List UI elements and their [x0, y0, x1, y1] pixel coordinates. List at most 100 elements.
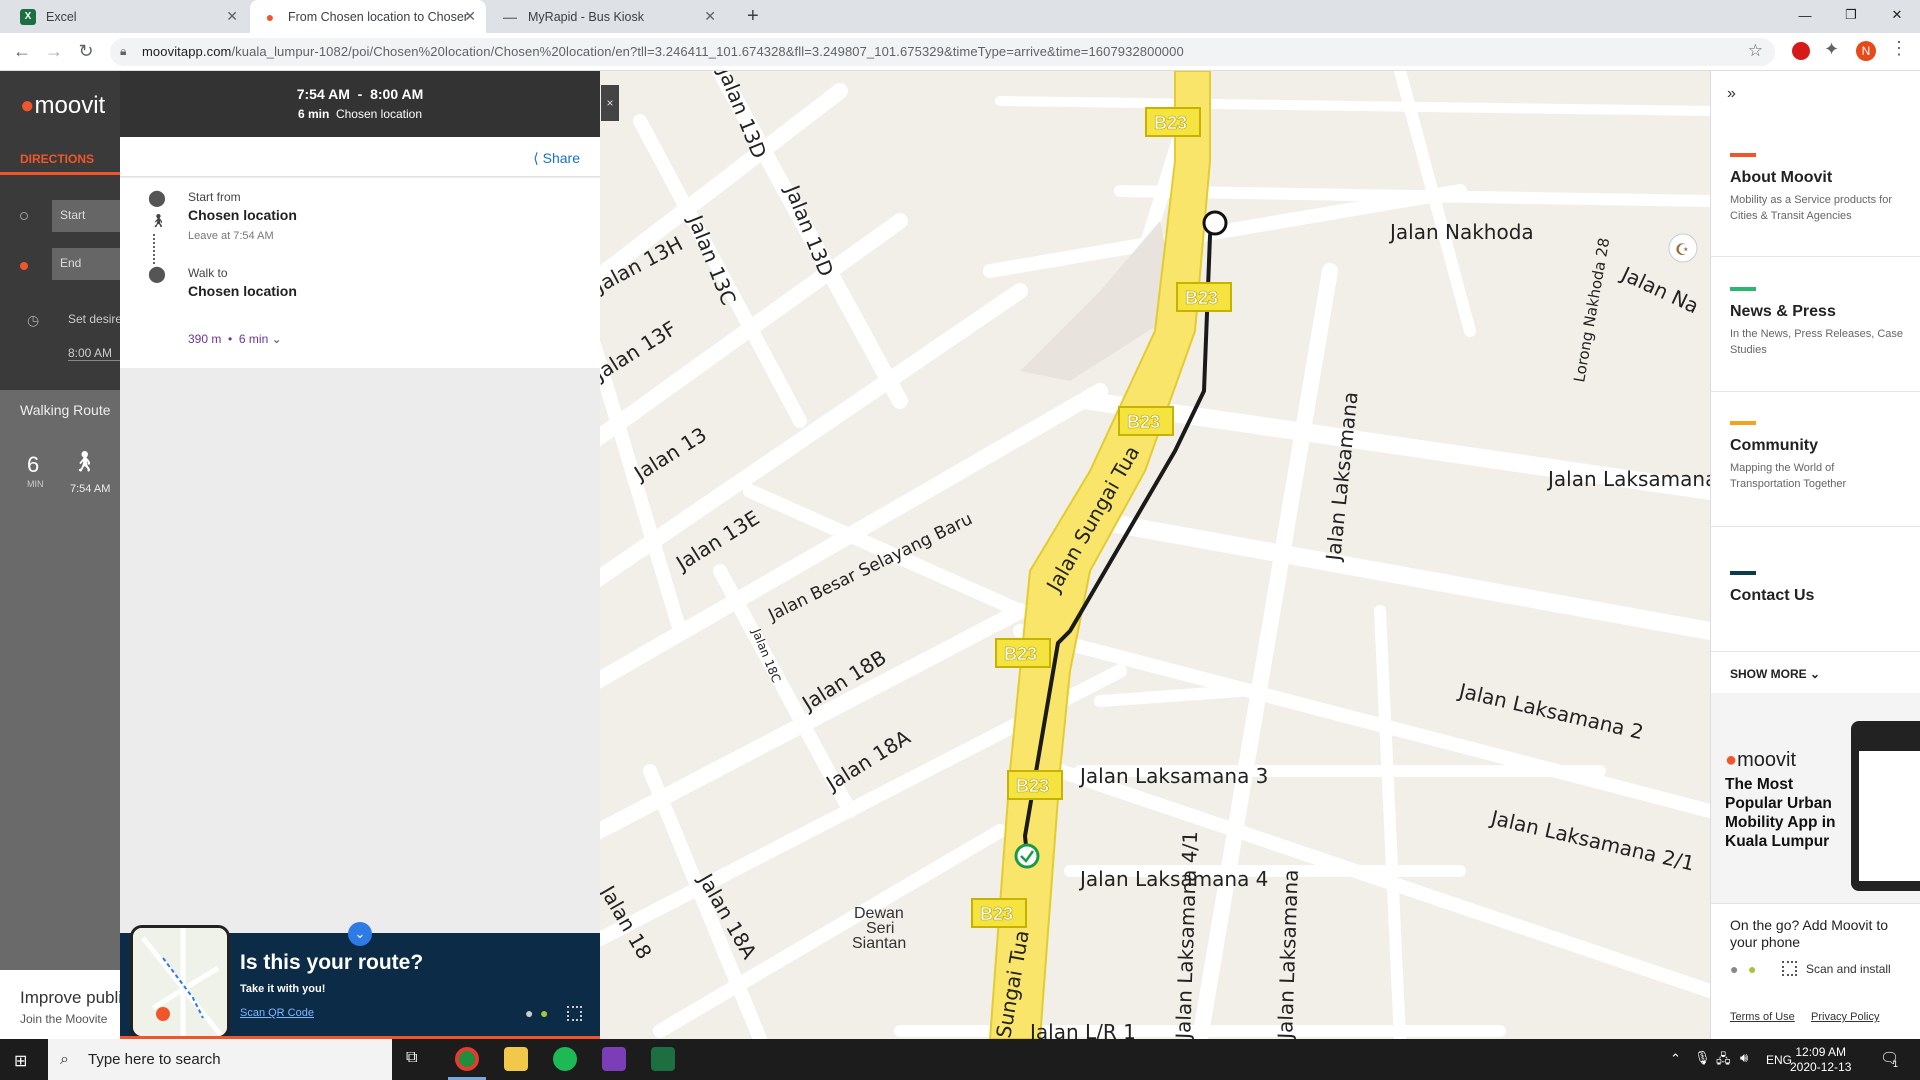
time-select[interactable]: 8:00 AM [68, 346, 120, 361]
privacy-link[interactable]: Privacy Policy [1811, 1011, 1879, 1023]
tab-moovit[interactable]: ● From Chosen location to Chosen ✕ [250, 0, 486, 33]
about-moovit-section[interactable]: About Moovit Mobility as a Service produc… [1730, 153, 1905, 224]
street-label: Lorong Nakhoda 28 [1570, 236, 1613, 383]
close-window-icon[interactable]: ✕ [1874, 0, 1920, 30]
url-field[interactable]: 🔒︎ moovitapp.com/kuala_lumpur-1082/poi/C… [110, 38, 1775, 66]
reload-icon[interactable]: ↻ [74, 41, 98, 62]
destination-check-icon[interactable] [1014, 843, 1040, 869]
file-explorer-icon[interactable] [504, 1047, 528, 1071]
walking-route-label: Walking Route [20, 402, 111, 418]
route-destination: Chosen location [335, 107, 423, 121]
duration-minutes: 6 [27, 452, 40, 477]
android-icon[interactable]: ● [540, 1005, 548, 1021]
route-badge-b23[interactable]: B23 [1007, 770, 1063, 800]
language-indicator[interactable]: ENG [1766, 1053, 1792, 1067]
menu-icon[interactable]: ⋮ [1890, 38, 1908, 59]
volume-icon[interactable]: 🔊︎ [1740, 1050, 1748, 1066]
promo-title: Is this your route? [240, 951, 424, 974]
walk-details-toggle[interactable]: 390 m • 6 min ⌄ [188, 332, 282, 346]
terms-link[interactable]: Terms of Use [1730, 1011, 1795, 1023]
moovit-logo[interactable]: ●moovit [20, 92, 105, 120]
show-more-button[interactable]: SHOW MORE ⌄ [1730, 667, 1820, 681]
moovit-pin-icon: ● [20, 92, 35, 119]
excel-icon[interactable] [651, 1047, 675, 1071]
notification-count: 1 [1893, 1059, 1899, 1069]
apple-icon[interactable]: ● [525, 1005, 533, 1021]
qr-code-icon[interactable] [1782, 961, 1797, 976]
new-tab-button[interactable]: + [735, 0, 771, 33]
task-view-icon[interactable]: ⧉ [406, 1049, 417, 1067]
route-badge-b23[interactable]: B23 [1145, 107, 1201, 137]
get-app-text: On the go? Add Moovit to your phone [1730, 917, 1888, 950]
svg-text:B23: B23 [1004, 644, 1037, 664]
tray-chevron-icon[interactable]: ⌃ [1670, 1051, 1681, 1067]
contact-us-section[interactable]: Contact Us [1730, 571, 1814, 605]
start-marker-icon[interactable] [1202, 210, 1228, 236]
walking-route-card[interactable] [0, 390, 120, 970]
close-tab-icon[interactable]: ✕ [464, 8, 476, 25]
improve-banner[interactable]: Improve publi Join the Moovite [0, 970, 120, 1039]
forward-icon[interactable]: → [42, 41, 66, 62]
browser-tab-bar: X Excel ✕ ● From Chosen location to Chos… [0, 0, 1920, 33]
network-icon[interactable]: 🖧︎ [1716, 1050, 1731, 1072]
taskbar-clock[interactable]: 12:09 AM 2020-12-13 [1790, 1045, 1851, 1075]
street-label: Jalan Laksamana 3 [1078, 764, 1268, 788]
street-label: Jalan Laksamana 2 [1455, 678, 1646, 744]
route-badge-b23[interactable]: B23 [995, 638, 1051, 668]
close-tab-icon[interactable]: ✕ [704, 8, 716, 25]
tab-directions[interactable]: DIRECTIONS [20, 152, 94, 166]
step-label: Start from [188, 190, 241, 204]
taskbar-search[interactable]: ⌕ Type here to search [48, 1039, 392, 1080]
share-bar: ⟨ Share [120, 137, 600, 177]
apple-icon[interactable]: ● [1730, 961, 1738, 977]
community-section[interactable]: Community Mapping the World of Transporta… [1730, 421, 1905, 492]
route-badge-b23[interactable]: B23 [971, 898, 1027, 928]
street-label: Jalan Nakhoda [1388, 220, 1534, 244]
android-icon[interactable]: ● [1748, 961, 1756, 977]
qr-code-icon[interactable] [567, 1006, 582, 1021]
news-press-section[interactable]: News & Press In the News, Press Releases,… [1730, 287, 1905, 358]
clock-icon: ◷ [27, 312, 40, 328]
profile-avatar[interactable]: N [1856, 41, 1876, 61]
onenote-icon[interactable] [602, 1047, 626, 1071]
scan-install-link[interactable]: Scan and install [1806, 962, 1891, 976]
excel-icon: X [20, 8, 36, 25]
set-desired-time[interactable]: Set desire [68, 312, 120, 326]
street-label: Jalan Laksamana [1546, 467, 1710, 491]
route-badge-b23[interactable]: B23 [1176, 282, 1232, 312]
url-path: /kuala_lumpur-1082/poi/Chosen%20location… [231, 44, 1184, 59]
active-tab-underline [0, 172, 120, 175]
street-label: Jalan 18C [749, 626, 784, 685]
start-input[interactable]: Start [52, 200, 120, 232]
bookmark-star-icon[interactable]: ☆ [1748, 41, 1763, 61]
lock-icon: 🔒︎ [120, 44, 127, 58]
extensions-icon[interactable]: ✦ [1824, 39, 1839, 60]
minimize-icon[interactable]: — [1782, 0, 1828, 30]
phone-mockup [1851, 721, 1920, 891]
divider [1711, 391, 1920, 392]
windows-start-icon[interactable]: ⊞ [14, 1051, 32, 1070]
street-label: Jalan Na [1616, 261, 1702, 318]
section-title: Contact Us [1730, 587, 1815, 604]
restore-icon[interactable]: ❐ [1828, 0, 1874, 30]
collapse-chevron-button[interactable]: ⌄ [348, 922, 372, 946]
address-bar: ← → ↻ 🔒︎ moovitapp.com/kuala_lumpur-1082… [0, 33, 1920, 71]
section-desc: In the News, Press Releases, Case Studie… [1730, 328, 1904, 356]
opera-icon[interactable] [1792, 42, 1810, 60]
tab-myrapid[interactable]: — MyRapid - Bus Kiosk ✕ [490, 0, 726, 33]
chevron-down-icon: ⌄ [1810, 667, 1821, 681]
chrome-icon[interactable] [455, 1047, 479, 1071]
spotify-icon[interactable] [553, 1047, 577, 1071]
back-icon[interactable]: ← [10, 41, 34, 62]
close-panel-button[interactable]: × [601, 85, 619, 121]
share-button[interactable]: ⟨ Share [533, 150, 580, 167]
route-badge-b23[interactable]: B23 [1118, 406, 1174, 436]
map-canvas[interactable]: ☪ B23 B23 B23 B23 B23 B23 Jalan 13D Jala… [600, 71, 1710, 1039]
close-tab-icon[interactable]: ✕ [226, 8, 238, 25]
collapse-double-chevron-icon[interactable]: » [1727, 85, 1736, 103]
moovit-pin-icon: ● [265, 8, 275, 25]
end-input[interactable]: End [52, 248, 120, 280]
tab-excel[interactable]: X Excel ✕ [8, 0, 248, 33]
microphone-icon[interactable]: 🎙︎ [1694, 1050, 1711, 1066]
scan-qr-link[interactable]: Scan QR Code [240, 1007, 314, 1019]
